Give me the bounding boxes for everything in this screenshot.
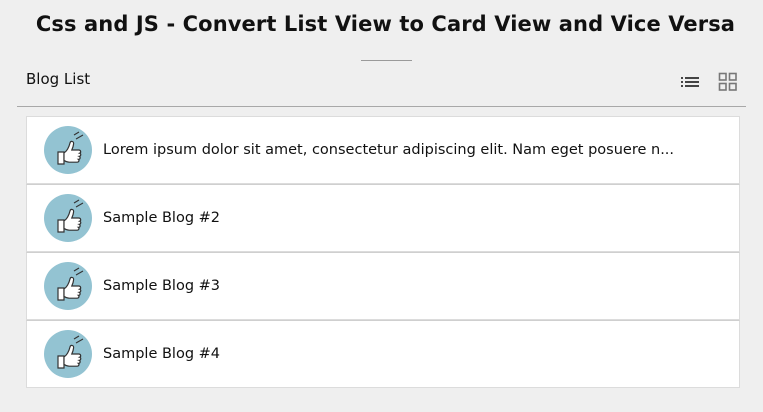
blog-list: Lorem ipsum dolor sit amet, consectetur …	[26, 116, 740, 388]
title-divider	[361, 60, 412, 61]
list-view-button[interactable]	[679, 71, 701, 93]
blog-title: Lorem ipsum dolor sit amet, consectetur …	[103, 142, 675, 158]
card-view-button[interactable]	[717, 71, 739, 93]
list-header: Blog List	[26, 70, 91, 88]
blog-list-item[interactable]: Sample Blog #4	[26, 320, 740, 388]
blog-title: Sample Blog #3	[103, 278, 221, 294]
blog-title: Sample Blog #4	[103, 346, 221, 362]
header-divider	[17, 106, 746, 107]
card-view-icon	[718, 72, 737, 91]
blog-list-item[interactable]: Sample Blog #3	[26, 252, 740, 320]
blog-list-item[interactable]: Sample Blog #2	[26, 184, 740, 252]
list-view-icon	[681, 77, 699, 87]
thumbs-up-icon	[44, 194, 92, 242]
thumbs-up-icon	[44, 262, 92, 310]
blog-list-item[interactable]: Lorem ipsum dolor sit amet, consectetur …	[26, 116, 740, 184]
page: Css and JS - Convert List View to Card V…	[0, 0, 763, 412]
blog-title: Sample Blog #2	[103, 210, 221, 226]
thumbs-up-icon	[44, 126, 92, 174]
page-title: Css and JS - Convert List View to Card V…	[35, 12, 736, 36]
thumbs-up-icon	[44, 330, 92, 378]
